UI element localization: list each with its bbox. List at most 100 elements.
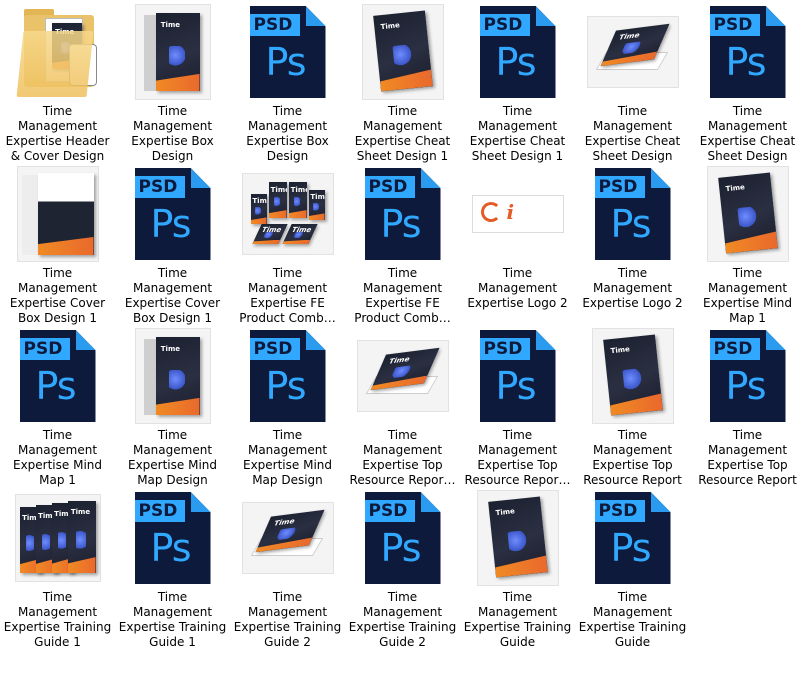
file-thumbnail[interactable]: i bbox=[470, 166, 566, 262]
psd-file-icon: PSD Ps bbox=[364, 168, 441, 260]
file-item[interactable]: Time Time Management Expertise Training … bbox=[460, 488, 575, 650]
file-thumbnail[interactable]: Time bbox=[700, 166, 796, 262]
file-item[interactable]: PSD Ps Time Management Expertise Trainin… bbox=[115, 488, 230, 650]
file-thumbnail[interactable]: PSD Ps bbox=[240, 4, 336, 100]
psd-file-icon: PSD Ps bbox=[479, 6, 556, 98]
file-item[interactable]: Time Time Time Time Time Management Expe… bbox=[0, 488, 115, 650]
file-thumbnail[interactable]: PSD Ps bbox=[10, 328, 106, 424]
psd-file-icon: PSD Ps bbox=[249, 6, 326, 98]
psd-file-icon: PSD Ps bbox=[479, 330, 556, 422]
file-item[interactable]: Time Time Management Expertise Top Resou… bbox=[575, 326, 690, 488]
file-item[interactable]: PSD Ps Time Management Expertise Mind Ma… bbox=[0, 326, 115, 488]
psd-file-icon: PSD Ps bbox=[364, 492, 441, 584]
file-name-label: Time Management Expertise Logo 2 bbox=[467, 266, 568, 310]
file-thumbnail[interactable]: Time bbox=[10, 4, 106, 100]
file-thumbnail[interactable]: PSD Ps bbox=[585, 490, 681, 586]
file-item[interactable]: PSD Ps Time Management Expertise Trainin… bbox=[345, 488, 460, 650]
file-thumbnail[interactable]: PSD Ps bbox=[125, 166, 221, 262]
bundle-mockup-icon: Time Time Time Time Time Time bbox=[242, 174, 333, 254]
book-mockup-icon: Time bbox=[707, 167, 788, 261]
file-item[interactable]: PSD Ps Time Management Expertise Box Des… bbox=[230, 2, 345, 164]
file-thumbnail[interactable]: PSD Ps bbox=[355, 166, 451, 262]
binders-mockup-icon: Time Time Time Time bbox=[15, 495, 100, 581]
file-item[interactable]: PSD Ps Time Management Expertise Trainin… bbox=[575, 488, 690, 650]
file-thumbnail[interactable] bbox=[10, 166, 106, 262]
file-item[interactable]: i Time Management Expertise Logo 2 bbox=[460, 164, 575, 326]
file-item[interactable]: PSD Ps Time Management Expertise Top Res… bbox=[460, 326, 575, 488]
file-thumbnail[interactable]: Time bbox=[585, 328, 681, 424]
file-thumbnail[interactable]: PSD Ps bbox=[700, 328, 796, 424]
file-name-label: Time Management Expertise Top Resource R… bbox=[698, 428, 797, 487]
book-mockup-icon: Time bbox=[362, 5, 443, 99]
psd-file-icon: PSD Ps bbox=[709, 6, 786, 98]
file-thumbnail[interactable]: Time Time Time Time bbox=[10, 490, 106, 586]
file-item[interactable]: PSD Ps Time Management Expertise Cover B… bbox=[115, 164, 230, 326]
box-mockup-icon: Time bbox=[135, 329, 210, 423]
file-item[interactable]: Time Time Management Expertise Header & … bbox=[0, 2, 115, 164]
file-thumbnail[interactable]: Time bbox=[355, 4, 451, 100]
file-item[interactable]: Time Time Management Expertise Top Resou… bbox=[345, 326, 460, 488]
file-name-label: Time Management Expertise FE Product Com… bbox=[239, 266, 336, 325]
file-name-label: Time Management Expertise Cover Box Desi… bbox=[124, 266, 221, 325]
file-thumbnail[interactable]: Time bbox=[125, 328, 221, 424]
file-thumbnail[interactable]: PSD Ps bbox=[470, 4, 566, 100]
file-thumbnail[interactable]: Time bbox=[470, 490, 566, 586]
psd-file-icon: PSD Ps bbox=[19, 330, 96, 422]
file-name-label: Time Management Expertise Cheat Sheet De… bbox=[584, 104, 681, 163]
file-thumbnail[interactable]: Time bbox=[355, 328, 451, 424]
file-thumbnail[interactable]: PSD Ps bbox=[240, 328, 336, 424]
file-item[interactable]: Time Management Expertise Cover Box Desi… bbox=[0, 164, 115, 326]
file-item[interactable]: PSD Ps Time Management Expertise Cheat S… bbox=[690, 2, 802, 164]
file-thumbnail[interactable]: PSD Ps bbox=[585, 166, 681, 262]
file-name-label: Time Management Expertise Top Resource R… bbox=[583, 428, 682, 487]
book-mockup-icon: Time bbox=[477, 491, 558, 585]
file-name-label: Time Management Expertise Cover Box Desi… bbox=[9, 266, 106, 325]
file-item[interactable]: Time Time Management Expertise Cheat She… bbox=[575, 2, 690, 164]
box-mockup-icon: Time bbox=[135, 5, 210, 99]
cover-box-mockup-icon bbox=[17, 167, 98, 261]
file-name-label: Time Management Expertise Training Guide bbox=[463, 590, 572, 649]
psd-file-icon: PSD Ps bbox=[134, 168, 211, 260]
file-item[interactable]: PSD Ps Time Management Expertise FE Prod… bbox=[345, 164, 460, 326]
file-name-label: Time Management Expertise Cheat Sheet De… bbox=[699, 104, 796, 163]
psd-file-icon: PSD Ps bbox=[249, 330, 326, 422]
file-item[interactable]: Time Time Management Expertise Box Desig… bbox=[115, 2, 230, 164]
file-item[interactable]: Time Time Time Time Time Time Time Manag… bbox=[230, 164, 345, 326]
file-name-label: Time Management Expertise Top Resource R… bbox=[349, 428, 456, 487]
file-name-label: Time Management Expertise Training Guide… bbox=[233, 590, 342, 649]
file-item[interactable]: Time Time Management Expertise Mind Map … bbox=[690, 164, 802, 326]
folder-icon: Time bbox=[16, 5, 100, 99]
psd-file-icon: PSD Ps bbox=[134, 492, 211, 584]
file-name-label: Time Management Expertise Training Guide… bbox=[118, 590, 227, 649]
file-thumbnail[interactable]: Time Time Time Time Time Time bbox=[240, 166, 336, 262]
file-thumbnail[interactable]: PSD Ps bbox=[700, 4, 796, 100]
file-thumbnail[interactable]: PSD Ps bbox=[355, 490, 451, 586]
file-item[interactable]: PSD Ps Time Management Expertise Cheat S… bbox=[460, 2, 575, 164]
file-item[interactable]: Time Time Management Expertise Training … bbox=[230, 488, 345, 650]
file-thumbnail[interactable]: Time bbox=[585, 4, 681, 100]
file-name-label: Time Management Expertise Training Guide bbox=[578, 590, 687, 649]
file-name-label: Time Management Expertise Mind Map Desig… bbox=[127, 428, 217, 487]
file-name-label: Time Management Expertise Training Guide… bbox=[348, 590, 457, 649]
file-thumbnail[interactable]: Time bbox=[125, 4, 221, 100]
book-mockup-icon: Time bbox=[592, 329, 673, 423]
file-name-label: Time Management Expertise Box Design bbox=[131, 104, 214, 163]
book-flat-mockup-icon: Time bbox=[357, 341, 448, 411]
file-item[interactable]: PSD Ps Time Management Expertise Logo 2 bbox=[575, 164, 690, 326]
book-flat-mockup-icon: Time bbox=[587, 17, 678, 87]
file-name-label: Time Management Expertise Cheat Sheet De… bbox=[469, 104, 566, 163]
file-name-label: Time Management Expertise Header & Cover… bbox=[5, 104, 110, 163]
file-name-label: Time Management Expertise Top Resource R… bbox=[464, 428, 571, 487]
logo-image-icon: i bbox=[472, 196, 563, 232]
file-name-label: Time Management Expertise FE Product Com… bbox=[354, 266, 451, 325]
file-item[interactable]: PSD Ps Time Management Expertise Mind Ma… bbox=[230, 326, 345, 488]
psd-file-icon: PSD Ps bbox=[594, 168, 671, 260]
file-thumbnail[interactable]: PSD Ps bbox=[470, 328, 566, 424]
file-grid: Time Time Management Expertise Header & … bbox=[0, 0, 802, 673]
file-item[interactable]: Time Time Management Expertise Mind Map … bbox=[115, 326, 230, 488]
file-name-label: Time Management Expertise Mind Map 1 bbox=[12, 428, 102, 487]
file-thumbnail[interactable]: Time bbox=[240, 490, 336, 586]
file-item[interactable]: Time Time Management Expertise Cheat She… bbox=[345, 2, 460, 164]
file-thumbnail[interactable]: PSD Ps bbox=[125, 490, 221, 586]
file-item[interactable]: PSD Ps Time Management Expertise Top Res… bbox=[690, 326, 802, 488]
